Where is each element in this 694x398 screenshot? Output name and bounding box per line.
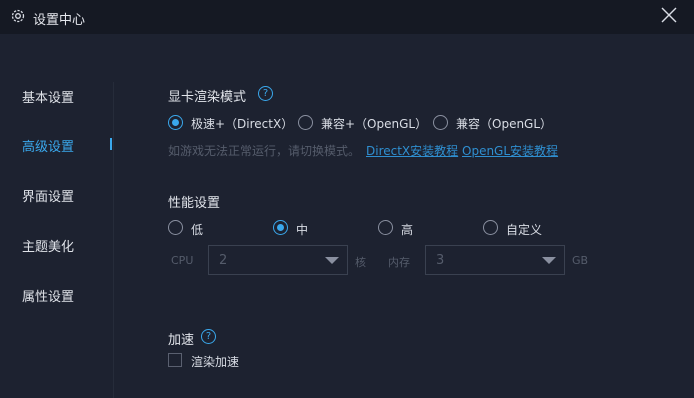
help-icon[interactable]: ? [201, 329, 216, 344]
cpu-select-value: 2 [219, 253, 228, 268]
title-bar: 设置中心 [0, 0, 694, 34]
cpu-label: CPU [171, 254, 194, 267]
memory-label: 内存 [388, 256, 410, 269]
render-option-directx-radio[interactable] [168, 115, 183, 130]
sidebar-item-advanced[interactable]: 高级设置 [22, 136, 74, 155]
render-option-opengl-label[interactable]: 兼容（OpenGL） [456, 115, 552, 132]
sidebar-item-properties[interactable]: 属性设置 [22, 286, 74, 305]
sidebar-item-basic[interactable]: 基本设置 [22, 87, 74, 106]
directx-tutorial-link[interactable]: DirectX安装教程 [366, 142, 458, 159]
render-option-directx-label[interactable]: 极速+（DirectX） [191, 115, 293, 132]
render-accel-checkbox[interactable] [168, 353, 182, 367]
cpu-select[interactable]: 2 [208, 245, 348, 275]
gear-icon [11, 9, 25, 23]
render-mode-title: 显卡渲染模式 [168, 90, 247, 105]
perf-medium-label[interactable]: 中 [296, 221, 308, 238]
sidebar-divider [113, 82, 114, 398]
sidebar-item-theme[interactable]: 主题美化 [22, 236, 74, 255]
accel-title: 加速 [168, 333, 195, 348]
memory-select[interactable]: 3 [425, 245, 565, 275]
perf-high-label[interactable]: 高 [401, 221, 413, 238]
render-option-openglplus-label[interactable]: 兼容+（OpenGL） [321, 115, 427, 132]
perf-custom-radio[interactable] [483, 220, 498, 235]
perf-low-label[interactable]: 低 [191, 221, 203, 238]
close-icon[interactable] [656, 2, 682, 28]
render-hint: 如游戏无法正常运行，请切换模式。 [168, 144, 361, 158]
render-option-opengl-radio[interactable] [433, 115, 448, 130]
perf-high-radio[interactable] [378, 220, 393, 235]
help-icon[interactable]: ? [258, 86, 273, 101]
chevron-down-icon [542, 257, 556, 264]
perf-low-radio[interactable] [168, 220, 183, 235]
memory-select-value: 3 [436, 253, 445, 268]
sidebar-item-interface[interactable]: 界面设置 [22, 186, 74, 205]
perf-medium-radio[interactable] [273, 220, 288, 235]
chevron-down-icon [325, 257, 339, 264]
render-accel-label[interactable]: 渲染加速 [191, 353, 239, 370]
active-tab-indicator [110, 138, 112, 150]
sidebar: 基本设置 高级设置 界面设置 主题美化 属性设置 [0, 34, 114, 398]
opengl-tutorial-link[interactable]: OpenGL安装教程 [462, 142, 558, 159]
perf-custom-label[interactable]: 自定义 [506, 221, 542, 238]
window-title: 设置中心 [33, 13, 86, 28]
performance-title: 性能设置 [168, 196, 221, 211]
memory-unit: GB [572, 254, 589, 267]
cpu-unit: 核 [355, 256, 366, 269]
render-option-openglplus-radio[interactable] [298, 115, 313, 130]
